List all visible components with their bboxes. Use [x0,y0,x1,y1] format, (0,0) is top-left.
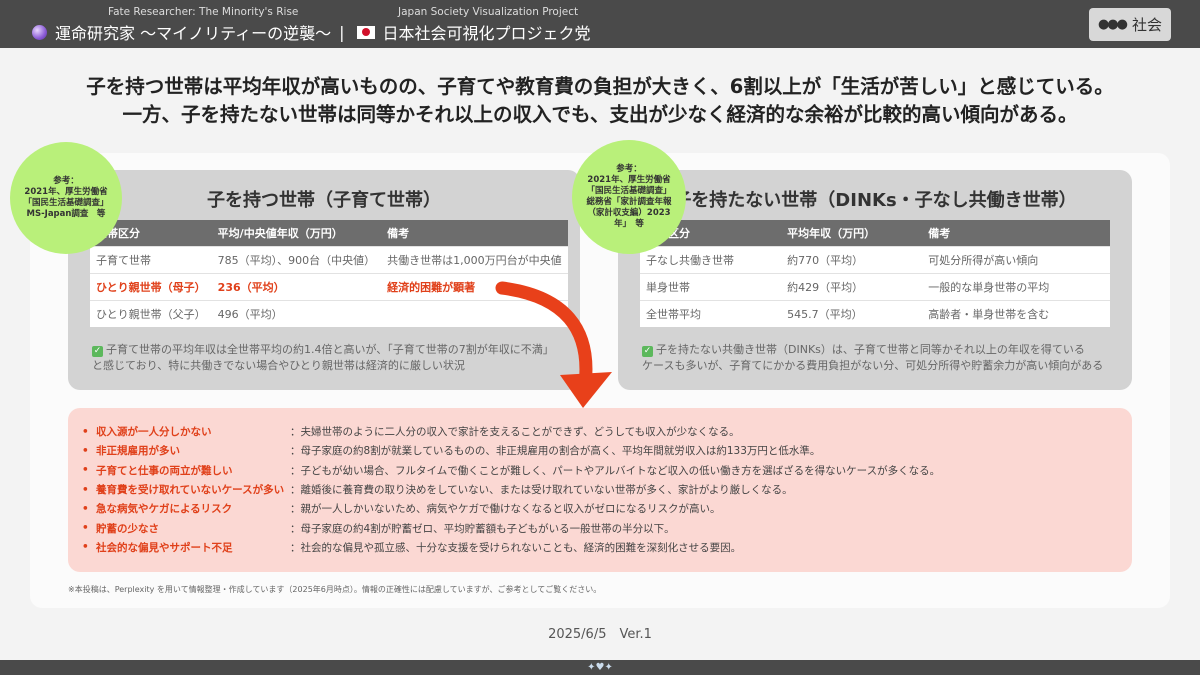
list-item: • 非正規雇用が多い ：母子家庭の約8割が就業しているものの、非正規雇用の割合が高く… [82,441,940,460]
top-header: Fate Researcher: The Minority's Rise Jap… [0,0,1200,48]
japan-flag-icon [356,25,375,39]
crystal-ball-icon [32,24,47,40]
without-children-title: 子を持たない世帯（DINKs・子なし共働き世帯） [673,190,1077,211]
bullet-icon: • [82,444,89,457]
bullet-icon: • [82,522,89,535]
table-cell: 単身世帯 [640,272,782,300]
badge-line: 「国民生活基礎調査」 [23,198,109,208]
table-cell: 全世帯平均 [640,299,782,327]
bullet-icon: • [82,425,89,438]
table-cell: 545.7（平均） [781,299,923,327]
badge-line: 参考： [53,176,79,186]
table-cell: ひとり親世帯（父子） [90,299,212,327]
badge-line: 「国民生活基礎調査」 [586,186,672,196]
reference-badge-right: 参考： 2021年、厚生労働省 「国民生活基礎調査」 総務省「家計調査年報 （家… [572,140,686,254]
headline-line-2: 一方、子を持たない世帯は同等かそれ以上の収入でも、支出が少なく経済的な余裕が比較… [122,103,1078,126]
category-label: 社会 [1132,16,1163,34]
reason-label: 養育費を受け取れていないケースが多い [96,484,285,497]
reason-label: 貯蓄の少なさ [96,522,159,535]
footer-logo-icon: ✦♥✦ [587,662,613,673]
header-separator: | [339,22,345,42]
badge-line: 年」 等 [614,219,644,229]
reason-desc: ：離婚後に養育費の取り決めをしていない、または受け取れていない世帯が多く、家計が… [290,484,793,497]
headline-line-1: 子を持つ世帯は平均年収が高いものの、子育てや教育費の負担が大きく、6割以上が「生… [86,75,1114,98]
header-subtitle-right: Japan Society Visualization Project [398,6,579,18]
table-header-cell: 平均/中央値年収（万円） [211,220,382,246]
version-label: 2025/6/5 Ver.1 [548,627,652,642]
curved-arrow-icon [495,281,612,408]
reason-label: 非正規雇用が多い [96,445,180,458]
reason-desc: ：社会的な偏見や孤立感、十分な支援を受けられないことも、経済的困難を深刻化させる… [290,541,742,554]
headline: 子を持つ世帯は平均年収が高いものの、子育てや教育費の負担が大きく、6割以上が「生… [0,73,1200,129]
table-cell: 子なし共働き世帯 [640,245,782,273]
list-item: • 養育費を受け取れていないケースが多い ：離婚後に養育費の取り決めをしていない、ま… [82,480,940,499]
checkmark-icon: ✓ [92,346,103,357]
reference-badge-left: 参考： 2021年、厚生労働省 「国民生活基礎調査」 MS-Japan調査 等 [10,142,122,254]
header-title-right: 日本社会可視化プロジェク党 [382,24,591,43]
table-cell: 785（平均）、900台（中央値） [211,245,382,273]
reason-label: 社会的な偏見やサポート不足 [96,541,233,554]
table-cell: 236（平均） [211,272,382,300]
badge-line: 総務省「家計調査年報 [586,197,672,207]
header-title: 運命研究家 〜マイノリティーの逆襲〜 | 日本社会可視化プロジェク党 [32,20,591,44]
table-row: 単身世帯 約429（平均） 一般的な単身世帯の平均 [640,272,1110,300]
header-subtitle-left: Fate Researcher: The Minority's Rise [108,6,299,18]
reason-desc: ：親が一人しかいないため、病気やケガで働けなくなると収入がゼロになるリスクが高い… [290,503,721,516]
header-title-left: 運命研究家 〜マイノリティーの逆襲〜 [55,24,332,43]
table-cell: 約770（平均） [781,245,923,273]
table-cell: 子育て世帯 [90,245,212,273]
table-row: 全世帯平均 545.7（平均） 高齢者・単身世帯を含む [640,299,1110,327]
reason-label: 収入源が一人分しかない [96,426,212,439]
with-children-title: 子を持つ世帯（子育て世帯） [207,190,441,211]
list-item: • 貯蓄の少なさ ：母子家庭の約4割が貯蓄ゼロ、平均貯蓄額も子どもがいる一般世帯の半… [82,518,940,537]
people-icon: ●●● [1097,17,1128,32]
table-cell: ひとり親世帯（母子） [90,272,212,300]
table-row: 子育て世帯 785（平均）、900台（中央値） 共働き世帯は1,000万円台が中… [90,245,568,273]
category-button[interactable]: ●●● 社会 [1089,8,1171,41]
list-item: • 収入源が一人分しかない ：夫婦世帯のように二人分の収入で家計を支えることができず… [82,422,940,441]
bullet-icon: • [82,483,89,496]
table-cell: 一般的な単身世帯の平均 [922,272,1110,300]
table-header-cell: 平均年収（万円） [781,220,923,246]
without-children-table: 世帯区分 平均年収（万円） 備考 子なし共働き世帯 約770（平均） 可処分所得… [640,220,1110,327]
reasons-box: • 収入源が一人分しかない ：夫婦世帯のように二人分の収入で家計を支えることができず… [68,408,1132,572]
bullet-icon: • [82,464,89,477]
table-cell: 高齢者・単身世帯を含む [922,299,1110,327]
badge-line: （家計収支編）2023 [587,208,671,218]
list-item: • 社会的な偏見やサポート不足 ：社会的な偏見や孤立感、十分な支援を受けられないこと… [82,538,940,557]
reason-desc: ：母子家庭の約4割が貯蓄ゼロ、平均貯蓄額も子どもがいる一般世帯の半分以下。 [290,522,675,535]
without-children-box: 子を持たない世帯（DINKs・子なし共働き世帯） 世帯区分 平均年収（万円） 備… [618,170,1132,390]
note-line-2: ケースも多いが、子育てにかかる費用負担がない分、可処分所得や貯蓄余力が高い傾向が… [642,359,1104,372]
reason-label: 急な病気やケガによるリスク [96,503,233,516]
reason-label: 子育てと仕事の両立が難しい [96,464,233,477]
reasons-list: • 収入源が一人分しかない ：夫婦世帯のように二人分の収入で家計を支えることができず… [82,422,940,557]
bullet-icon: • [82,541,89,554]
table-header-cell: 備考 [381,220,568,246]
list-item: • 急な病気やケガによるリスク ：親が一人しかいないため、病気やケガで働けなくなると… [82,499,940,518]
table-header-row: 世帯区分 平均年収（万円） 備考 [640,220,1110,246]
note-line-2: と感じており、特に共働きでない場合やひとり親世帯は経済的に厳しい状況 [92,359,465,372]
footnote: ※本投稿は、Perplexity を用いて情報整理・作成しています（2025年6… [68,585,602,594]
badge-line: 参考： [616,164,642,174]
table-cell: 496（平均） [211,299,382,327]
without-children-note: ✓ 子を持たない共働き世帯（DINKs）は、子育て世帯と同等かそれ以上の年収を得て… [642,342,1112,374]
note-line-1: 子育て世帯の平均年収は全世帯平均の約1.4倍と高いが、「子育て世帯の7割が年収に… [106,343,554,356]
badge-line: 2021年、厚生労働省 [24,187,108,197]
table-header-row: 世帯区分 平均/中央値年収（万円） 備考 [90,220,568,246]
table-row: 子なし共働き世帯 約770（平均） 可処分所得が高い傾向 [640,245,1110,273]
table-cell: 約429（平均） [781,272,923,300]
badge-line: 2021年、厚生労働省 [587,175,671,185]
reason-desc: ：子どもが幼い場合、フルタイムで働くことが難しく、パートやアルバイトなど収入の低… [290,464,941,477]
reason-desc: ：夫婦世帯のように二人分の収入で家計を支えることができず、どうしても収入が少なく… [290,426,740,439]
bullet-icon: • [82,502,89,515]
note-line-1: 子を持たない共働き世帯（DINKs）は、子育て世帯と同等かそれ以上の年収を得てい… [656,343,1085,356]
table-cell: 共働き世帯は1,000万円台が中央値 [381,245,568,273]
bottom-footer: ✦♥✦ [0,660,1200,675]
table-header-cell: 備考 [922,220,1110,246]
table-cell: 可処分所得が高い傾向 [922,245,1110,273]
list-item: • 子育てと仕事の両立が難しい ：子どもが幼い場合、フルタイムで働くことが難しく、パ… [82,461,940,480]
badge-line: MS-Japan調査 等 [26,209,106,219]
reason-desc: ：母子家庭の約8割が就業しているものの、非正規雇用の割合が高く、平均年間就労収入… [290,445,821,458]
